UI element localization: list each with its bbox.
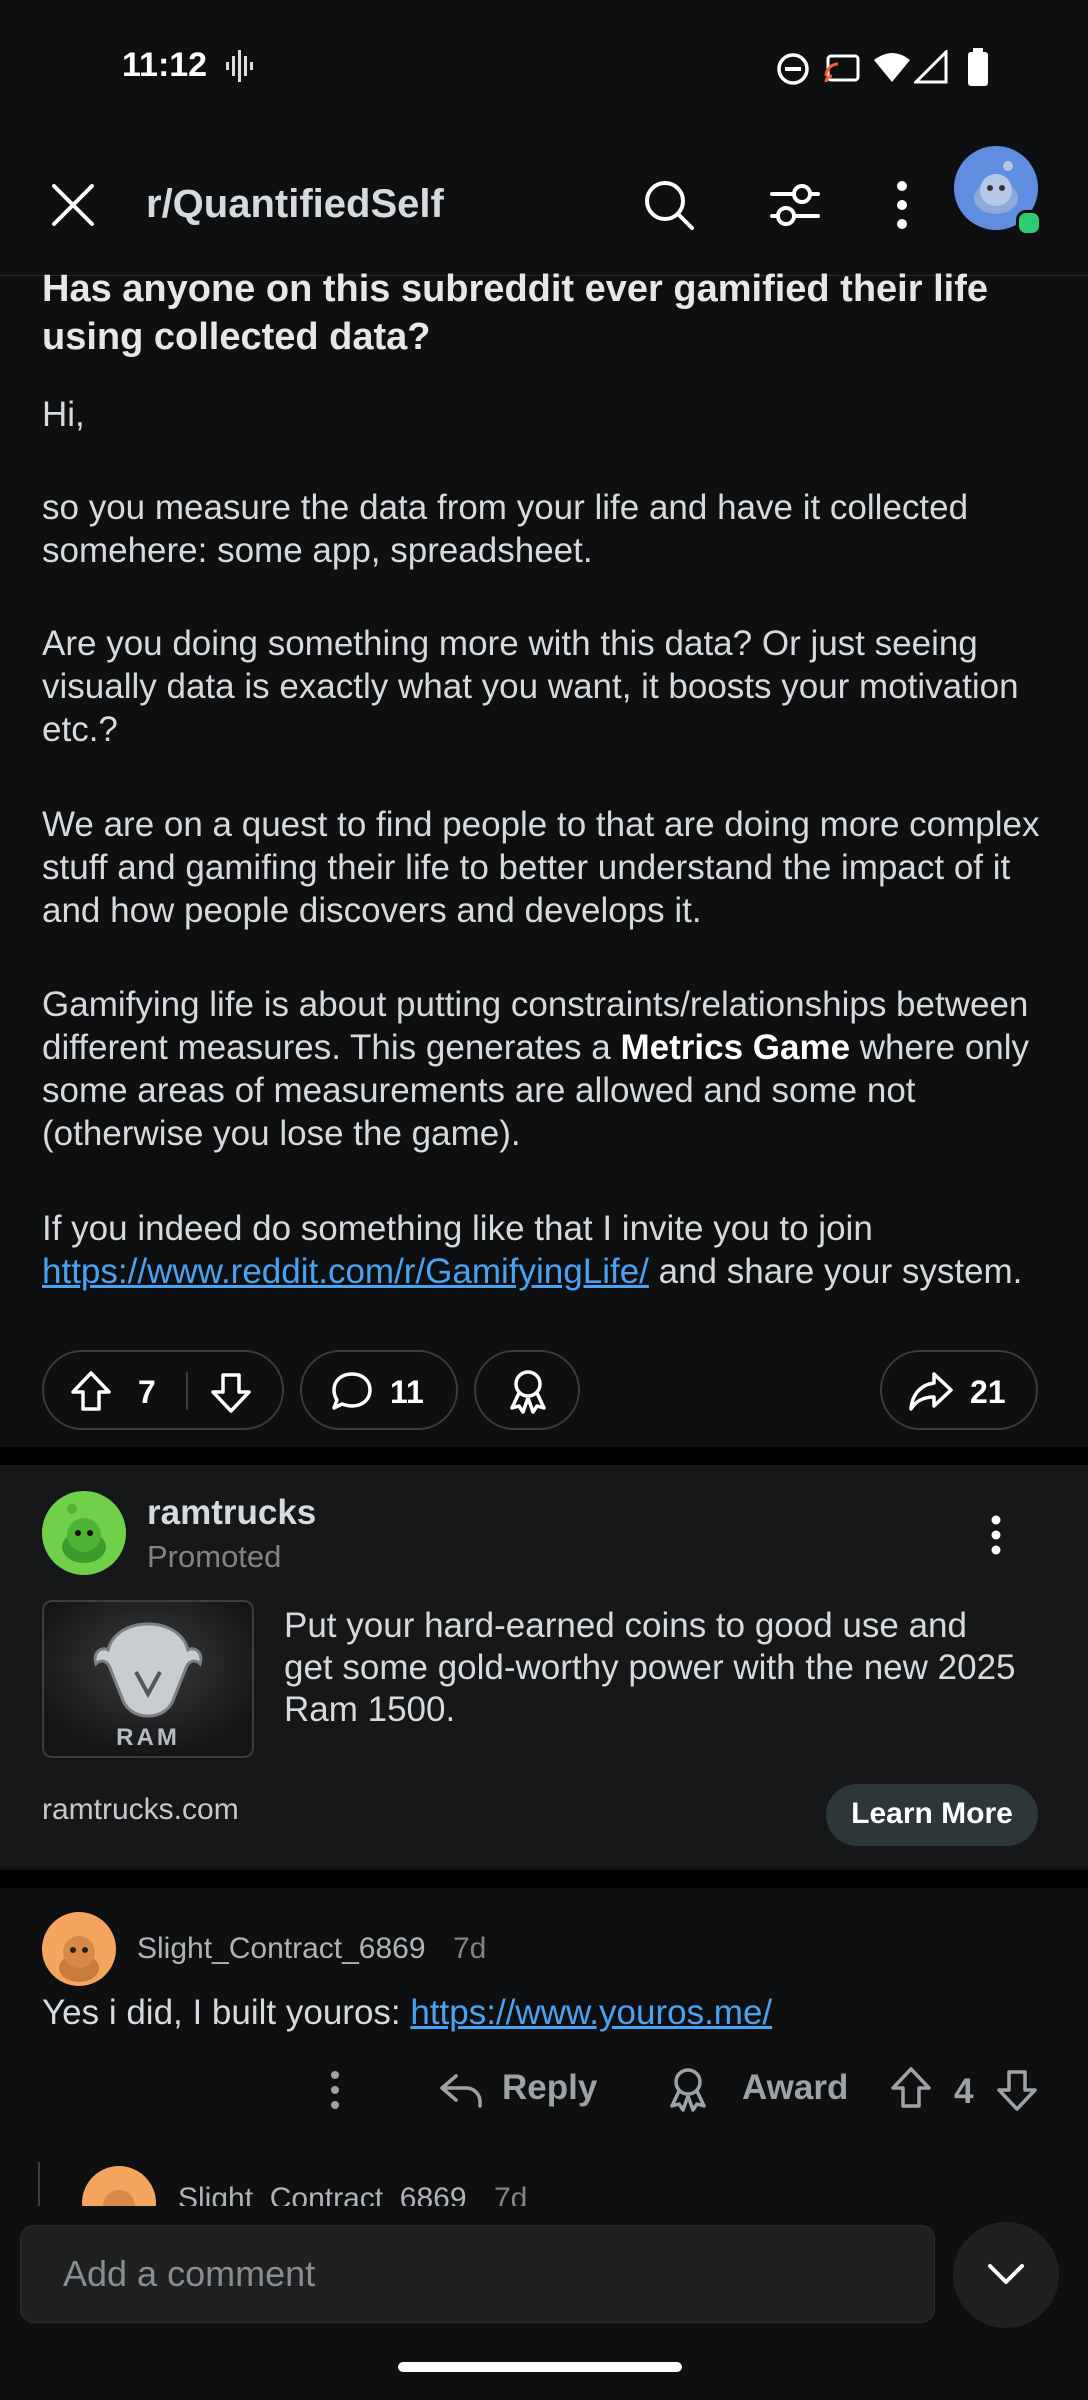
learn-more-label: Learn More bbox=[851, 1797, 1013, 1830]
post-paragraph-2: Are you doing something more with this d… bbox=[42, 624, 1019, 749]
post-paragraph-4: Gamifying life is about putting constrai… bbox=[42, 983, 1052, 1155]
post-paragraph-3: We are on a quest to find people to that… bbox=[42, 805, 1040, 930]
add-comment-input[interactable]: Add a comment bbox=[20, 2225, 935, 2323]
post-title: Has anyone on this subreddit ever gamifi… bbox=[42, 268, 988, 358]
svg-text:RAM: RAM bbox=[116, 1724, 180, 1751]
share-icon bbox=[909, 1372, 953, 1411]
post-paragraph-5: If you indeed do something like that I i… bbox=[42, 1207, 1052, 1293]
post-paragraph-5-rest: and share your system. bbox=[648, 1252, 1023, 1291]
upvote-icon[interactable] bbox=[70, 1370, 112, 1412]
vote-divider bbox=[186, 1372, 188, 1410]
snoo-avatar-icon bbox=[62, 1504, 106, 1563]
comment-age: 7d bbox=[453, 1932, 487, 1965]
do-not-disturb-icon bbox=[777, 53, 809, 85]
comment-overflow-icon[interactable] bbox=[325, 2070, 345, 2110]
downvote-icon[interactable] bbox=[210, 1372, 252, 1414]
comment-bubble-icon bbox=[332, 1372, 372, 1410]
promoted-label: Promoted bbox=[147, 1539, 282, 1574]
search-icon[interactable] bbox=[642, 178, 696, 232]
online-status-dot bbox=[1016, 210, 1042, 236]
award-label: Award bbox=[742, 2068, 849, 2107]
status-time: 11:12 bbox=[122, 46, 208, 84]
collapse-button[interactable] bbox=[953, 2222, 1059, 2328]
close-icon[interactable] bbox=[50, 182, 96, 228]
chevron-down-icon bbox=[988, 2264, 1024, 2284]
ad-thumbnail[interactable]: RAM bbox=[42, 1600, 254, 1758]
award-icon bbox=[510, 1370, 546, 1414]
section-divider-2 bbox=[0, 1870, 1088, 1888]
comment-upvote-icon[interactable] bbox=[890, 2066, 932, 2110]
filter-sort-icon[interactable] bbox=[768, 180, 822, 230]
reply-button[interactable]: Reply bbox=[438, 2066, 598, 2114]
thread-line bbox=[38, 2162, 40, 2206]
overflow-menu-icon[interactable] bbox=[892, 180, 912, 230]
post-paragraph-5-text: If you indeed do something like that I i… bbox=[42, 1209, 873, 1248]
subreddit-name[interactable]: r/QuantifiedSelf bbox=[146, 182, 444, 227]
ram-logo-icon: RAM bbox=[44, 1602, 252, 1756]
post-greeting: Hi, bbox=[42, 395, 85, 434]
share-button[interactable]: 21 bbox=[880, 1350, 1038, 1430]
home-indicator[interactable] bbox=[398, 2362, 682, 2372]
ad-domain[interactable]: ramtrucks.com bbox=[42, 1793, 239, 1827]
add-comment-placeholder: Add a comment bbox=[63, 2253, 316, 2294]
metrics-game-bold: Metrics Game bbox=[620, 1028, 851, 1067]
gamifying-life-link[interactable]: https://www.reddit.com/r/GamifyingLife/ bbox=[42, 1252, 649, 1291]
comments-button[interactable]: 11 bbox=[300, 1350, 458, 1430]
reply-arrow-icon bbox=[440, 2074, 482, 2108]
vote-pill: 7 bbox=[42, 1350, 284, 1430]
reply-label: Reply bbox=[502, 2068, 598, 2107]
learn-more-button[interactable]: Learn More bbox=[826, 1784, 1038, 1846]
advertiser-avatar[interactable] bbox=[42, 1491, 126, 1575]
comment-score: 4 bbox=[954, 2072, 974, 2111]
youros-link[interactable]: https://www.youros.me/ bbox=[410, 1993, 772, 2032]
wifi-icon bbox=[874, 53, 910, 82]
post-paragraph-1: so you measure the data from your life a… bbox=[42, 488, 969, 570]
commenter-avatar[interactable] bbox=[42, 1912, 116, 1986]
comment-author[interactable]: Slight_Contract_6869 bbox=[137, 1932, 426, 1966]
award-icon bbox=[670, 2068, 706, 2112]
comment-count: 11 bbox=[390, 1374, 424, 1410]
section-divider bbox=[0, 1447, 1088, 1465]
comment-text: Yes i did, I built youros: bbox=[42, 1993, 411, 2032]
snoo-avatar-icon bbox=[59, 1936, 99, 1982]
cast-icon bbox=[824, 54, 860, 83]
advertiser-name[interactable]: ramtrucks bbox=[147, 1493, 316, 1533]
award-button[interactable] bbox=[474, 1350, 580, 1430]
sound-wave-icon bbox=[226, 50, 253, 82]
share-count: 21 bbox=[970, 1374, 1006, 1410]
vote-count: 7 bbox=[138, 1374, 156, 1410]
ad-overflow-menu-icon[interactable] bbox=[986, 1515, 1006, 1555]
battery-icon bbox=[968, 48, 988, 86]
comment-award-button[interactable]: Award bbox=[666, 2064, 856, 2116]
comment-downvote-icon[interactable] bbox=[996, 2068, 1038, 2112]
status-bar: 11:12 bbox=[0, 0, 1088, 130]
ad-body-text[interactable]: Put your hard-earned coins to good use a… bbox=[284, 1605, 1024, 1731]
cell-signal-icon bbox=[914, 50, 948, 84]
comment-body: Yes i did, I built youros: https://www.y… bbox=[42, 1993, 1052, 2033]
